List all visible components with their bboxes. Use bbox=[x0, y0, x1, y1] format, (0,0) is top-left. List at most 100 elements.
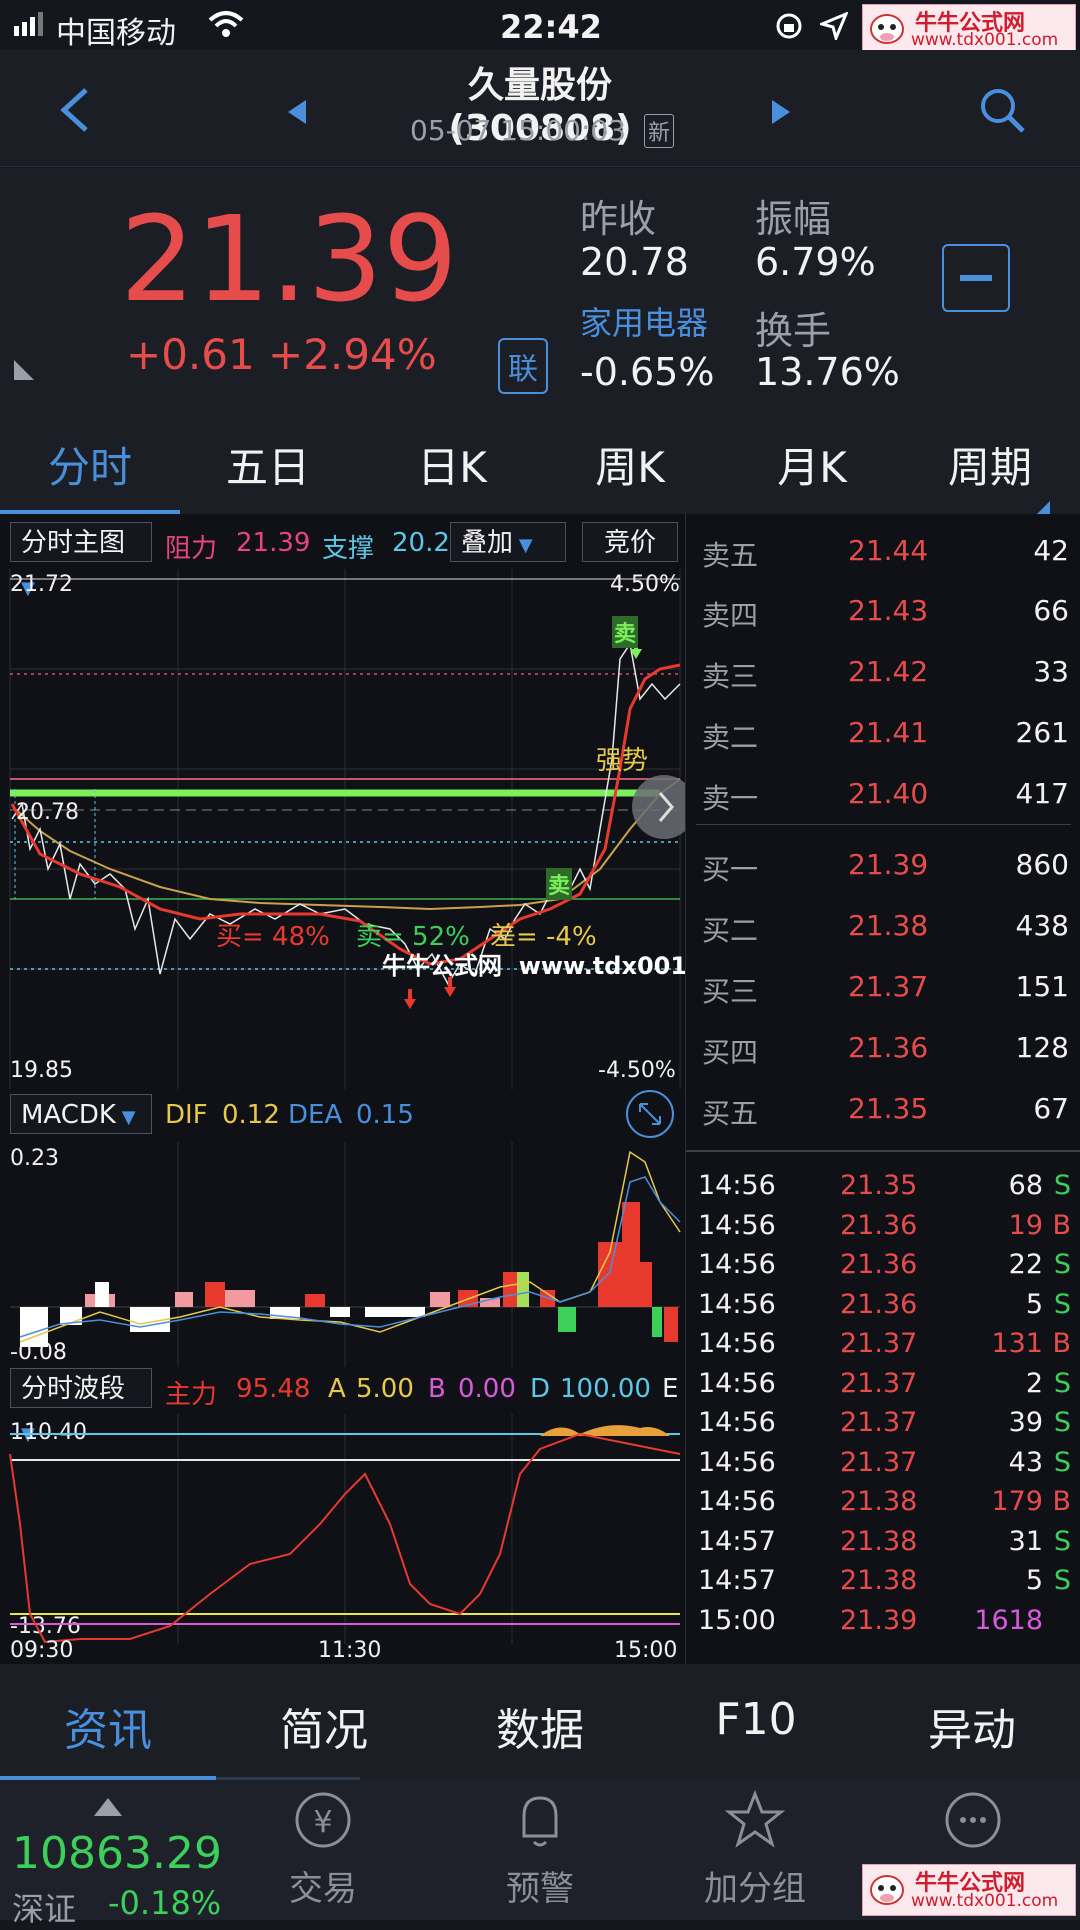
tick-vol: 2 bbox=[1025, 1367, 1043, 1399]
caret-up-icon[interactable] bbox=[94, 1798, 122, 1820]
dea-value: 0.15 bbox=[356, 1100, 414, 1130]
bid-label: 买四 bbox=[702, 1036, 759, 1069]
tick-side: B bbox=[1052, 1486, 1071, 1517]
wave-selector[interactable]: 分时波段 ▼ bbox=[10, 1368, 152, 1445]
tick-price: 21.38 bbox=[840, 1525, 918, 1557]
b-value: 0.00 bbox=[458, 1374, 516, 1404]
tick-time: 14:56 bbox=[698, 1486, 776, 1517]
quote-panel: 21.39 +0.61 +2.94% 联 昨收 20.78 振幅 6.79% 家… bbox=[0, 168, 1080, 404]
svg-text:¥: ¥ bbox=[313, 1805, 332, 1840]
tab-five-day[interactable]: 五日 bbox=[193, 434, 343, 495]
tick-vol: 39 bbox=[1008, 1407, 1043, 1438]
index-change: -0.18% bbox=[108, 1884, 222, 1922]
prev-close-axis-label: 20.78 bbox=[16, 800, 79, 825]
tick-price: 21.37 bbox=[840, 1328, 918, 1359]
bid-row: 买一 21.39 860 bbox=[686, 838, 1080, 888]
order-book-panel: 卖五 21.44 42 卖四 21.43 66 卖三 21.42 33 卖二 21.41 261… bbox=[685, 514, 1080, 1664]
remove-watchlist-button[interactable] bbox=[942, 244, 1010, 312]
tab-monthly-k[interactable]: 月K bbox=[737, 434, 887, 495]
ask-label: 卖二 bbox=[702, 721, 759, 754]
tab-intraday[interactable]: 分时 bbox=[15, 434, 165, 495]
tick-side: S bbox=[1053, 1249, 1071, 1280]
ask-volume: 66 bbox=[1033, 594, 1069, 627]
sector-label[interactable]: 家用电器 bbox=[580, 298, 708, 344]
cow-logo-icon bbox=[867, 7, 907, 53]
tick-price: 21.37 bbox=[840, 1407, 918, 1438]
add-group-label: 加分组 bbox=[704, 1869, 806, 1909]
ask-label: 卖一 bbox=[702, 782, 759, 815]
next-stock-button[interactable] bbox=[770, 100, 790, 128]
tab-daily-k[interactable]: 日K bbox=[377, 434, 527, 495]
tick-price: 21.39 bbox=[840, 1604, 918, 1636]
location-icon bbox=[817, 11, 849, 44]
alert-label: 预警 bbox=[506, 1869, 574, 1909]
prev-stock-button[interactable] bbox=[288, 100, 308, 128]
alert-button[interactable]: 预警 bbox=[465, 1788, 615, 1910]
bid-row: 买五 21.35 67 bbox=[686, 1082, 1080, 1132]
add-group-button[interactable]: 加分组 bbox=[680, 1788, 830, 1910]
tick-vol: 43 bbox=[1008, 1446, 1043, 1478]
link-badge[interactable]: 联 bbox=[498, 338, 548, 394]
tab-f10[interactable]: F10 bbox=[666, 1694, 846, 1745]
ask-row: 卖四 21.43 66 bbox=[686, 584, 1080, 634]
minus-icon bbox=[960, 275, 992, 281]
macd-selector-label: MACDK bbox=[21, 1100, 116, 1130]
overlay-selector[interactable]: 叠加 ▼ bbox=[450, 522, 566, 562]
ask-price: 21.41 bbox=[848, 716, 929, 749]
average-price-line bbox=[14, 778, 681, 911]
tick-side: B bbox=[1052, 1209, 1071, 1241]
trade-button[interactable]: ¥ 交易 bbox=[248, 1788, 398, 1910]
last-price: 21.39 bbox=[120, 190, 458, 328]
ask-price: 21.44 bbox=[848, 534, 929, 567]
tab-anomaly[interactable]: 异动 bbox=[882, 1694, 1062, 1758]
quote-timestamp: 05-07 15:00:03 bbox=[410, 114, 627, 147]
expand-corner-icon[interactable] bbox=[14, 360, 34, 384]
info-tabs: 资讯 简况 数据 F10 异动 bbox=[0, 1664, 1080, 1780]
ask-row: 卖五 21.44 42 bbox=[686, 524, 1080, 574]
ask-label: 卖三 bbox=[702, 660, 759, 693]
price-change-pct: +2.94% bbox=[268, 330, 437, 379]
ask-label: 卖四 bbox=[702, 599, 759, 632]
main-chart-selector[interactable]: 分时主图 ▼ bbox=[10, 522, 152, 599]
bid-label: 买一 bbox=[702, 853, 759, 886]
index-value[interactable]: 10863.29 bbox=[12, 1828, 222, 1879]
tick-price: 21.37 bbox=[840, 1446, 918, 1478]
d-label: D bbox=[530, 1374, 551, 1404]
watermark-url: www.tdx001.com bbox=[911, 1891, 1059, 1911]
tab-data[interactable]: 数据 bbox=[450, 1694, 630, 1758]
bid-label: 买二 bbox=[702, 914, 759, 947]
ask-volume: 33 bbox=[1033, 655, 1069, 688]
macd-selector[interactable]: MACDK ▼ bbox=[10, 1094, 152, 1134]
back-button[interactable] bbox=[60, 88, 90, 136]
tick-time: 14:56 bbox=[698, 1170, 776, 1201]
dif-label: DIF bbox=[165, 1100, 208, 1130]
ticks-divider bbox=[686, 1150, 1080, 1152]
ask-volume: 42 bbox=[1033, 534, 1069, 567]
tick-vol: 22 bbox=[1008, 1249, 1043, 1280]
tick-vol: 19 bbox=[1008, 1209, 1043, 1241]
tick-vol: 131 bbox=[991, 1328, 1043, 1359]
fullscreen-toggle-icon[interactable] bbox=[626, 1090, 674, 1138]
clock: 22:42 bbox=[500, 8, 602, 46]
prev-close-label: 昨收 bbox=[580, 197, 657, 241]
bell-icon bbox=[522, 1796, 558, 1847]
bid-label: 买三 bbox=[702, 975, 759, 1008]
prev-close-value: 20.78 bbox=[580, 240, 689, 284]
tick-price: 21.35 bbox=[840, 1170, 918, 1201]
tick-side: S bbox=[1053, 1446, 1071, 1478]
search-icon[interactable] bbox=[978, 86, 1026, 138]
tab-period[interactable]: 周期 bbox=[915, 434, 1065, 495]
tab-weekly-k[interactable]: 周K bbox=[555, 434, 705, 495]
ask-row: 卖三 21.42 33 bbox=[686, 645, 1080, 695]
tab-news[interactable]: 资讯 bbox=[18, 1694, 198, 1758]
tick-price: 21.36 bbox=[840, 1288, 918, 1320]
auction-button[interactable]: 竞价 bbox=[582, 522, 678, 562]
caret-down-icon: ▼ bbox=[116, 1107, 136, 1128]
tab-overview[interactable]: 简况 bbox=[234, 1694, 414, 1758]
more-button[interactable] bbox=[898, 1788, 1048, 1861]
tick-side: S bbox=[1053, 1565, 1071, 1596]
wave-selector-label: 分时波段 bbox=[21, 1374, 126, 1404]
tick-side: S bbox=[1053, 1367, 1071, 1399]
wave-chart bbox=[9, 1414, 681, 1644]
strong-trend-label: 强势 bbox=[596, 746, 649, 776]
